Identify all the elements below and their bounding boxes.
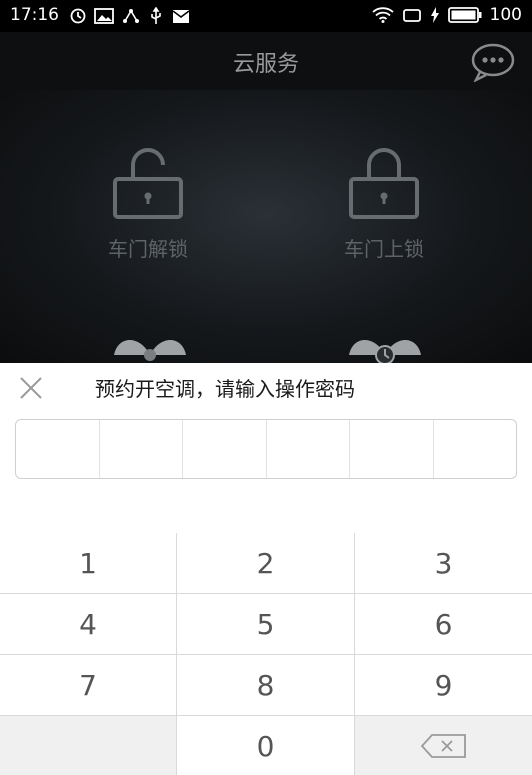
pin-digit-cell <box>100 420 183 478</box>
key-4[interactable]: 4 <box>0 594 176 654</box>
alarm-icon <box>70 8 86 24</box>
key-0[interactable]: 0 <box>177 716 354 775</box>
battery-icon <box>447 7 482 23</box>
lock-door-service[interactable]: 车门上锁 <box>304 145 464 262</box>
close-button[interactable] <box>18 375 44 401</box>
password-input[interactable] <box>15 419 517 479</box>
key-blank <box>0 716 176 775</box>
status-time: 17:16 <box>10 5 59 25</box>
backspace-key[interactable] <box>355 716 532 775</box>
key-8[interactable]: 8 <box>177 655 354 715</box>
app-header: 云服务 <box>0 32 532 90</box>
close-icon <box>20 377 42 399</box>
key-6[interactable]: 6 <box>355 594 532 654</box>
dialog-title: 预约开空调，请输入操作密码 <box>95 377 355 401</box>
pin-digit-cell <box>267 420 350 478</box>
key-9[interactable]: 9 <box>355 655 532 715</box>
pin-digit-cell <box>350 420 434 478</box>
charging-icon <box>430 7 439 23</box>
share-network-icon <box>123 9 139 23</box>
lock-door-label: 车门上锁 <box>344 237 424 261</box>
services-panel: 车门解锁 车门上锁 <box>0 90 532 365</box>
status-bar: 17:16 100 <box>0 0 532 32</box>
battery-level: 100 <box>489 5 522 25</box>
fan-icon <box>114 340 186 361</box>
fan-timer-icon <box>349 340 421 365</box>
key-1[interactable]: 1 <box>0 533 176 593</box>
image-icon <box>94 8 114 24</box>
locked-padlock-icon <box>349 148 419 219</box>
page-title: 云服务 <box>232 52 299 77</box>
backspace-icon <box>420 734 466 758</box>
screen-rotation-icon <box>402 9 421 22</box>
numeric-keypad: 1 2 3 4 5 6 7 8 9 0 <box>0 533 532 775</box>
usb-icon <box>151 7 161 24</box>
unlocked-padlock-icon <box>113 148 183 219</box>
key-3[interactable]: 3 <box>355 533 532 593</box>
notification-icons <box>70 7 190 25</box>
wifi-icon <box>371 7 394 23</box>
pin-digit-cell <box>16 420 100 478</box>
chat-bubble-icon <box>471 43 515 83</box>
key-5[interactable]: 5 <box>177 594 354 654</box>
key-7[interactable]: 7 <box>0 655 176 715</box>
unlock-door-service[interactable]: 车门解锁 <box>68 145 228 262</box>
pin-digit-cell <box>434 420 517 478</box>
pin-digit-cell <box>183 420 267 478</box>
key-2[interactable]: 2 <box>177 533 354 593</box>
message-button[interactable] <box>470 42 516 83</box>
system-icons: 100 <box>371 5 522 25</box>
unlock-door-label: 车门解锁 <box>108 237 188 261</box>
mail-icon <box>172 9 190 23</box>
